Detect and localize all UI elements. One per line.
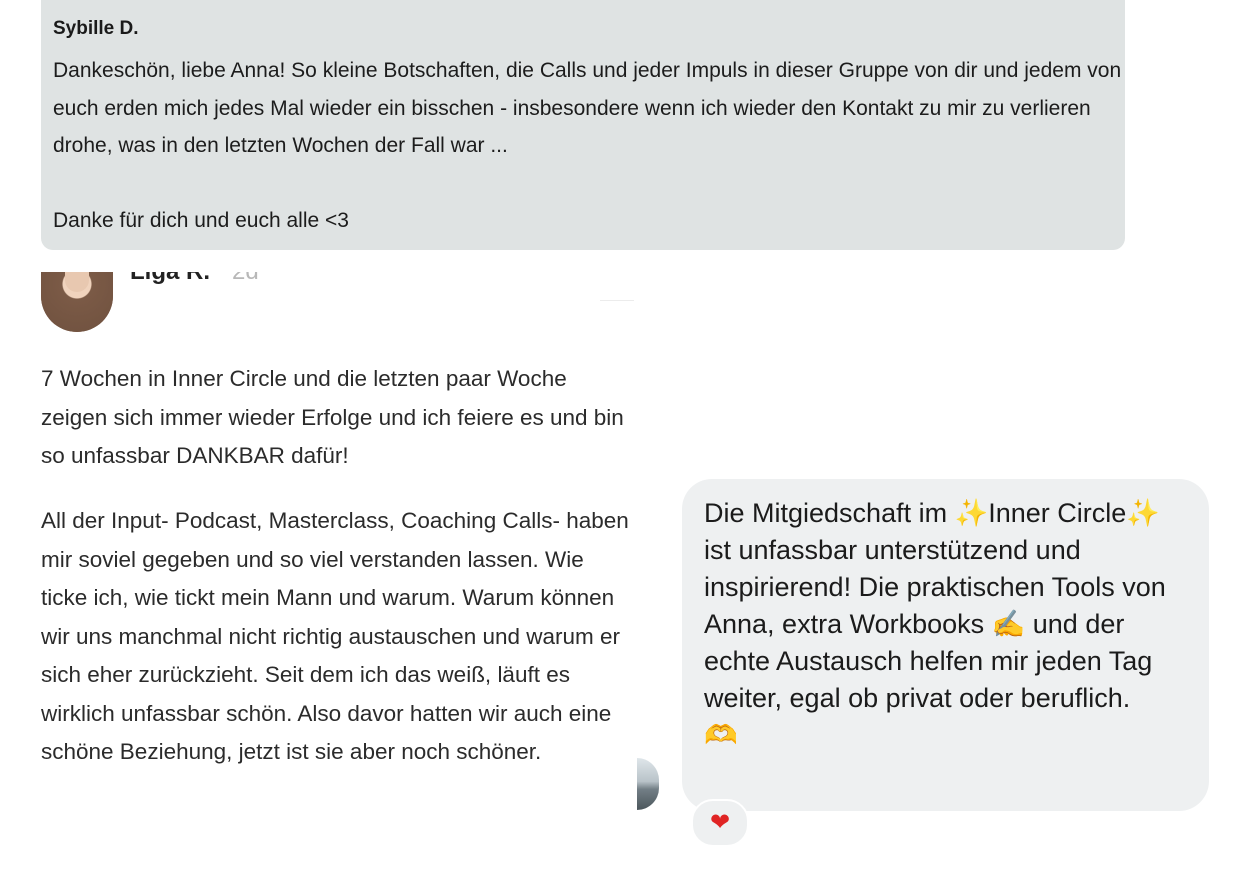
- post-timestamp: 2d: [232, 272, 259, 312]
- message-text: Die Mitgiedschaft im ✨Inner Circle✨ ist …: [704, 498, 1166, 750]
- avatar[interactable]: [41, 272, 113, 332]
- post-author[interactable]: Liga R.: [130, 272, 210, 312]
- comment-body: Dankeschön, liebe Anna! So kleine Botsch…: [53, 59, 1122, 232]
- comment-author[interactable]: Sybille D.: [53, 18, 139, 40]
- heart-hands-icon: 🫶: [704, 720, 738, 750]
- sparkles-icon: ✨: [1126, 498, 1160, 528]
- comment-card-sybille: Sybille D. Dankeschön, liebe Anna! So kl…: [41, 0, 1125, 250]
- divider: [600, 300, 634, 301]
- post-paragraph: All der Input- Podcast, Masterclass, Coa…: [41, 508, 629, 764]
- writing-hand-icon: ✍: [991, 609, 1026, 639]
- sender-avatar[interactable]: [637, 758, 659, 810]
- post-paragraph: 7 Wochen in Inner Circle und die letzten…: [41, 366, 624, 468]
- message-bubble[interactable]: Die Mitgiedschaft im ✨Inner Circle✨ ist …: [682, 479, 1209, 811]
- sparkles-icon: ✨: [954, 498, 989, 528]
- post-liga: Liga R. 2d 7 Wochen in Inner Circle und …: [0, 272, 640, 876]
- heart-icon: ❤: [709, 809, 731, 836]
- reaction-badge[interactable]: ❤: [691, 799, 749, 847]
